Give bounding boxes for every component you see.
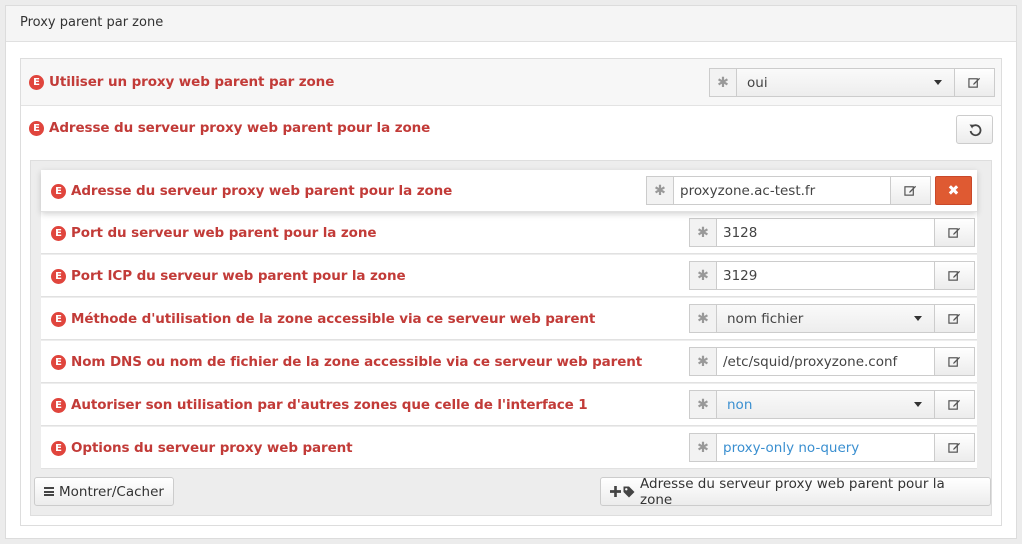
add-entry-button[interactable]: Adresse du serveur proxy web parent pour… — [600, 475, 991, 508]
asterisk-icon: ✱ — [709, 68, 737, 97]
edit-icon — [968, 77, 981, 88]
reset-button[interactable] — [956, 115, 993, 144]
proxy-address-input[interactable]: proxyzone.ac-test.fr — [674, 176, 891, 205]
label-text: Nom DNS ou nom de fichier de la zone acc… — [71, 354, 643, 370]
proxy-options-input[interactable]: proxy-only no-query — [717, 433, 935, 462]
row-inner-port: E Port du serveur web parent pour la zon… — [41, 212, 977, 254]
menu-icon — [44, 487, 54, 496]
label-text: Options du serveur proxy web parent — [71, 440, 353, 456]
panel-title: Proxy parent par zone — [6, 6, 1016, 42]
expert-badge: E — [51, 440, 66, 456]
row-zone-proxy-address: E Adresse du serveur proxy web parent po… — [21, 106, 1001, 153]
label-text: Port du serveur web parent pour la zone — [71, 225, 377, 241]
row-inner-dns: E Nom DNS ou nom de fichier de la zone a… — [41, 341, 977, 383]
row-inner-allow-other: E Autoriser son utilisation par d'autres… — [41, 384, 977, 426]
caret-down-icon — [934, 80, 942, 85]
tag-icon — [623, 486, 635, 497]
edit-icon — [948, 356, 961, 367]
show-hide-button[interactable]: Montrer/Cacher — [34, 477, 174, 506]
expert-badge: E — [51, 311, 66, 327]
delete-button[interactable]: ✖ — [935, 176, 972, 205]
close-icon: ✖ — [947, 182, 960, 199]
dns-file-input[interactable]: /etc/squid/proxyzone.conf — [717, 347, 935, 376]
row-use-zone-proxy: E Utiliser un proxy web parent par zone … — [21, 59, 1001, 106]
edit-button[interactable] — [935, 347, 975, 376]
label-text: Méthode d'utilisation de la zone accessi… — [71, 311, 596, 327]
edit-button[interactable] — [955, 68, 995, 97]
inner-allow-other-group: ✱ non — [689, 390, 975, 419]
edit-icon — [948, 313, 961, 324]
field-label: E Utiliser un proxy web parent par zone — [29, 74, 334, 90]
edit-button[interactable] — [891, 176, 931, 205]
label-text: Port ICP du serveur web parent pour la z… — [71, 268, 406, 284]
expert-badge: E — [51, 225, 66, 241]
edit-button[interactable] — [935, 433, 975, 462]
field-label: E Autoriser son utilisation par d'autres… — [51, 397, 588, 413]
caret-down-icon — [914, 316, 922, 321]
show-hide-label: Montrer/Cacher — [59, 483, 164, 500]
select-value: non — [727, 396, 753, 413]
asterisk-icon: ✱ — [689, 347, 717, 376]
icp-port-input[interactable]: 3129 — [717, 261, 935, 290]
caret-down-icon — [914, 402, 922, 407]
row-inner-method: E Méthode d'utilisation de la zone acces… — [41, 298, 977, 340]
row-inner-address: E Adresse du serveur proxy web parent po… — [41, 170, 977, 212]
edit-icon — [948, 227, 961, 238]
label-text: Adresse du serveur proxy web parent pour… — [49, 120, 431, 136]
plus-icon — [610, 486, 621, 497]
expert-badge: E — [29, 120, 44, 136]
expert-badge: E — [51, 183, 66, 199]
row-inner-icp-port: E Port ICP du serveur web parent pour la… — [41, 255, 977, 297]
field-label: E Adresse du serveur proxy web parent po… — [51, 183, 452, 199]
field-label: E Port du serveur web parent pour la zon… — [51, 225, 377, 241]
allow-other-zones-select[interactable]: non — [717, 390, 935, 419]
label-text: Adresse du serveur proxy web parent pour… — [71, 183, 453, 199]
method-select[interactable]: nom fichier — [717, 304, 935, 333]
select-value: oui — [747, 74, 768, 91]
edit-button[interactable] — [935, 304, 975, 333]
edit-icon — [948, 270, 961, 281]
edit-icon — [948, 442, 961, 453]
port-input[interactable]: 3128 — [717, 218, 935, 247]
inner-icp-port-group: ✱ 3129 — [689, 261, 975, 290]
field-label: E Nom DNS ou nom de fichier de la zone a… — [51, 354, 642, 370]
inner-options-group: ✱ proxy-only no-query — [689, 433, 975, 462]
asterisk-icon: ✱ — [689, 433, 717, 462]
proxy-parent-panel: Proxy parent par zone E Utiliser un prox… — [5, 5, 1017, 539]
asterisk-icon: ✱ — [689, 261, 717, 290]
edit-icon — [948, 399, 961, 410]
edit-button[interactable] — [935, 218, 975, 247]
asterisk-icon: ✱ — [689, 304, 717, 333]
expert-badge: E — [51, 397, 66, 413]
expert-badge: E — [29, 74, 44, 90]
label-text: Autoriser son utilisation par d'autres z… — [71, 397, 588, 413]
asterisk-icon: ✱ — [689, 218, 717, 247]
undo-icon — [969, 123, 981, 136]
zone-fieldset: E Utiliser un proxy web parent par zone … — [20, 58, 1002, 526]
field-label: E Adresse du serveur proxy web parent po… — [29, 120, 430, 136]
select-value: nom fichier — [727, 310, 804, 327]
expert-badge: E — [51, 268, 66, 284]
field-label: E Port ICP du serveur web parent pour la… — [51, 268, 406, 284]
add-entry-label: Adresse du serveur proxy web parent pour… — [640, 475, 945, 508]
label-text: Utiliser un proxy web parent par zone — [49, 74, 335, 90]
inner-method-group: ✱ nom fichier — [689, 304, 975, 333]
asterisk-icon: ✱ — [646, 176, 674, 205]
edit-button[interactable] — [935, 261, 975, 290]
edit-button[interactable] — [935, 390, 975, 419]
zone-entry-group: E Adresse du serveur proxy web parent po… — [30, 160, 992, 516]
inner-port-group: ✱ 3128 — [689, 218, 975, 247]
use-zone-proxy-select[interactable]: oui — [737, 68, 955, 97]
inner-dns-group: ✱ /etc/squid/proxyzone.conf — [689, 347, 975, 376]
asterisk-icon: ✱ — [689, 390, 717, 419]
field-label: E Méthode d'utilisation de la zone acces… — [51, 311, 595, 327]
expert-badge: E — [51, 354, 66, 370]
edit-icon — [904, 185, 917, 196]
inner-address-group: ✱ proxyzone.ac-test.fr ✖ — [646, 176, 972, 205]
field-label: E Options du serveur proxy web parent — [51, 440, 353, 456]
use-zone-proxy-group: ✱ oui — [709, 68, 995, 97]
row-inner-options: E Options du serveur proxy web parent ✱ … — [41, 427, 977, 469]
